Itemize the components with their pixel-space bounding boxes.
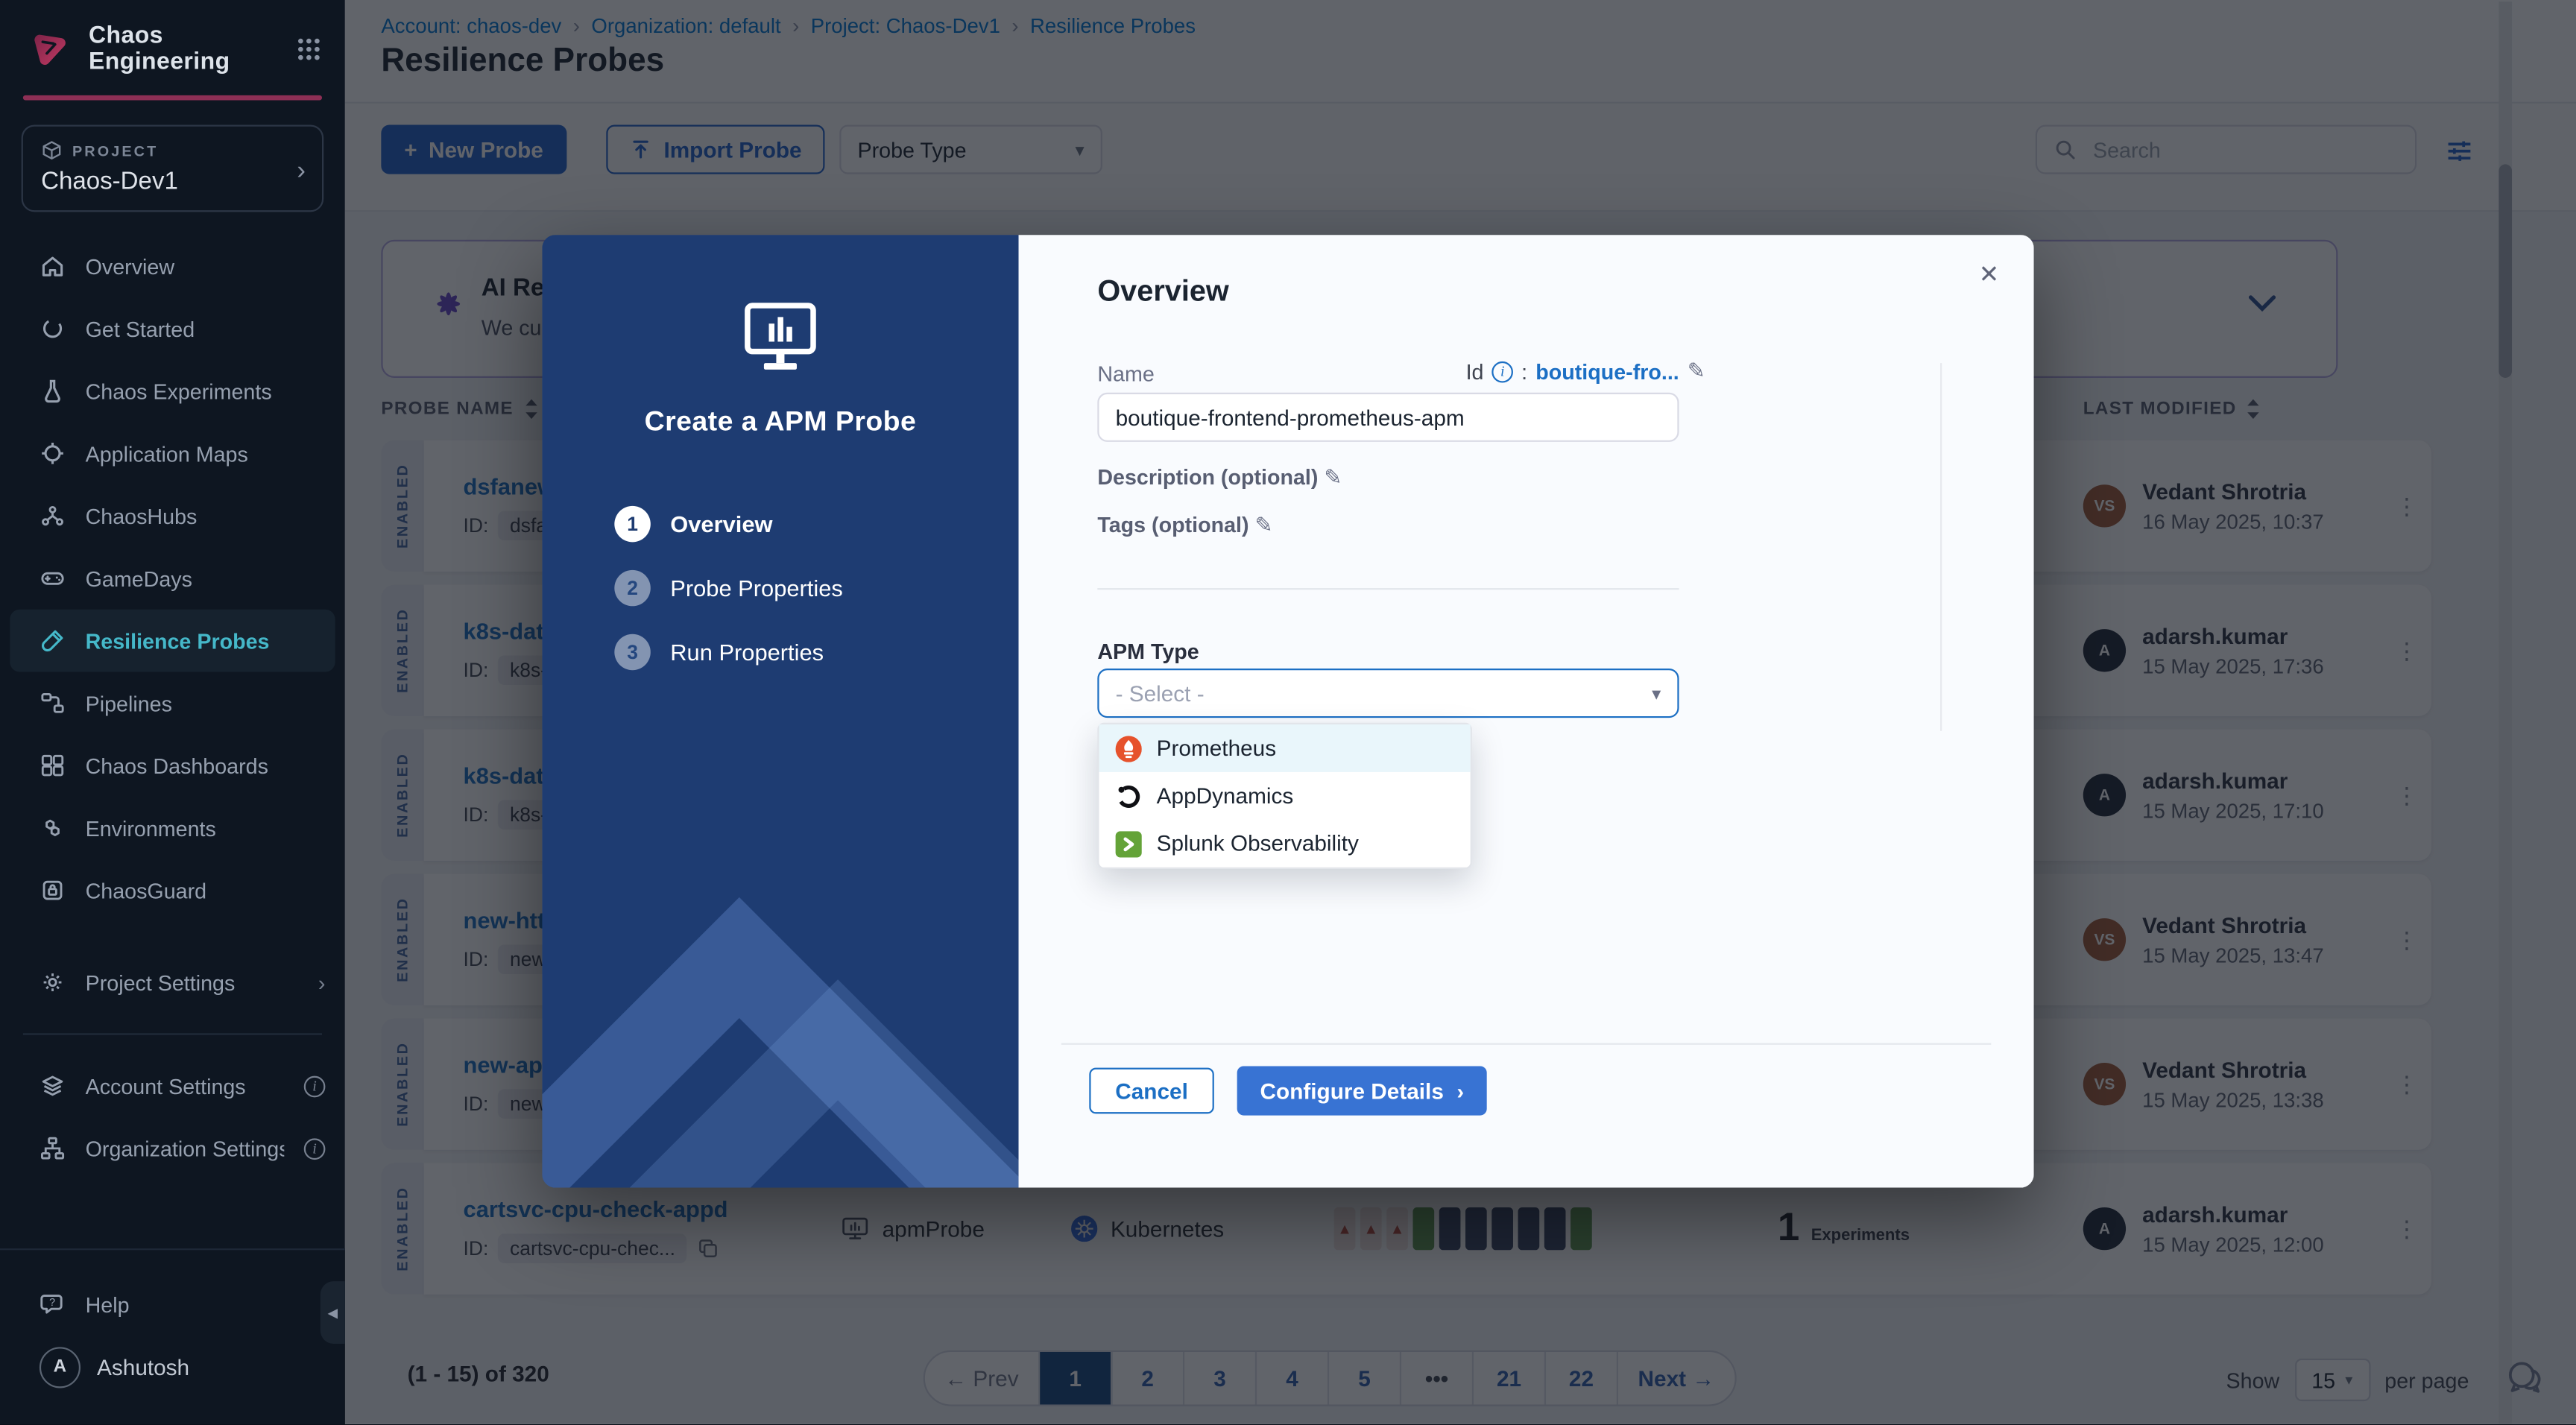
chevron-down-icon: ▾ [1652,683,1661,704]
splunk-icon [1116,830,1142,856]
close-icon[interactable]: ✕ [1972,253,2006,295]
info-icon: i [304,1137,326,1159]
edit-tags-icon[interactable]: ✎ [1255,513,1273,537]
sidebar-item-chaoshubs[interactable]: ChaosHubs [0,484,345,547]
help-widget-icon[interactable] [2504,1357,2546,1400]
chevron-right-icon: › [1457,1078,1465,1103]
step-run-properties[interactable]: 3 Run Properties [614,619,843,683]
tags-label: Tags (optional) ✎ [1097,513,1272,539]
probe-id-row: Id i : boutique-fro... ✎ [1097,358,1705,384]
harness-logo-icon [26,26,72,72]
modal-section-heading: Overview [1097,274,1228,309]
sidebar-item-chaosguard[interactable]: ChaosGuard [0,859,345,922]
modal-content-scroll-edge [1940,363,1942,731]
project-eyebrow-label: PROJECT [72,142,158,159]
sidebar-item-organization-settings[interactable]: Organization Settings i [0,1117,345,1180]
description-label: Description (optional) ✎ [1097,465,1342,491]
dashboard-icon [40,752,66,778]
sidebar-item-environments[interactable]: Environments [0,797,345,859]
flask-icon [40,378,66,404]
svg-text:?: ? [49,1297,55,1309]
create-apm-probe-modal: Create a APM Probe 1 Overview 2 Probe Pr… [542,235,2033,1187]
gamepad-icon [40,565,66,591]
apm-type-select[interactable]: - Select - ▾ [1097,669,1679,718]
brand-row: Chaos Engineering [0,0,345,92]
chevron-right-icon: › [297,159,306,186]
account-layers-icon [40,1072,66,1099]
form-divider [1097,588,1679,590]
sidebar-item-account-settings[interactable]: Account Settings i [0,1055,345,1117]
project-selector[interactable]: PROJECT Chaos-Dev1 › [22,125,324,212]
sidebar-item-overview[interactable]: Overview [0,235,345,297]
cube-icon [41,139,63,161]
app-switcher-icon[interactable] [296,36,322,62]
modal-right-panel: ✕ Overview Name Id i : boutique-fro... ✎… [1019,235,2034,1187]
home-icon [40,253,66,279]
target-icon [40,440,66,467]
prometheus-icon [1116,735,1142,761]
app-root: Chaos Engineering PROJECT Chaos-Dev1 › [0,0,2576,1424]
sidebar-item-gamedays[interactable]: GameDays [0,547,345,610]
product-title: Chaos Engineering [89,23,280,76]
apm-type-label: APM Type [1097,639,1199,663]
brand-accent-bar [23,95,322,101]
configure-details-button[interactable]: Configure Details › [1237,1066,1487,1115]
sidebar-item-chaos-experiments[interactable]: Chaos Experiments [0,360,345,423]
apm-type-dropdown: Prometheus AppDynamics Splunk Observabil… [1097,723,1472,869]
chevron-right-icon: › [318,970,326,995]
sidebar-nav: Overview Get Started Chaos Experiments A… [0,235,345,1179]
edit-id-icon[interactable]: ✎ [1688,358,1705,384]
sidebar-item-application-maps[interactable]: Application Maps [0,422,345,484]
sidebar-item-pipelines[interactable]: Pipelines [0,672,345,734]
modal-footer: Cancel Configure Details › [1061,1043,1992,1045]
sidebar: Chaos Engineering PROJECT Chaos-Dev1 › [0,0,345,1424]
sidebar-item-get-started[interactable]: Get Started [0,297,345,360]
option-splunk-observability[interactable]: Splunk Observability [1099,820,1471,868]
sidebar-item-chaos-dashboards[interactable]: Chaos Dashboards [0,734,345,797]
user-name: Ashutosh [97,1354,189,1379]
hub-nodes-icon [40,502,66,528]
edit-description-icon[interactable]: ✎ [1324,465,1342,490]
option-appdynamics[interactable]: AppDynamics [1099,772,1471,820]
info-icon: i [1492,361,1514,382]
probe-name-input[interactable] [1097,393,1679,442]
sidebar-divider [23,1033,322,1034]
help-chat-icon: ? [40,1291,66,1317]
info-icon: i [304,1075,326,1097]
probe-tube-icon [40,628,66,654]
sidebar-footer: ? Help A Ashutosh [0,1248,345,1424]
step-overview[interactable]: 1 Overview [614,491,843,555]
appdynamics-icon [1116,783,1142,809]
sidebar-collapse-handle[interactable]: ◀ [321,1281,345,1344]
harness-watermark [542,727,1018,1187]
gear-icon [40,969,66,995]
user-avatar: A [40,1346,80,1387]
wizard-steps: 1 Overview 2 Probe Properties 3 Run Prop… [614,491,843,683]
project-name: Chaos-Dev1 [41,168,306,195]
guard-lock-icon [40,877,66,903]
user-menu[interactable]: A Ashutosh [0,1336,345,1398]
environments-icon [40,815,66,841]
sidebar-item-resilience-probes[interactable]: Resilience Probes [10,610,335,672]
cancel-button[interactable]: Cancel [1089,1068,1214,1114]
option-prometheus[interactable]: Prometheus [1099,724,1471,772]
probe-id-value: boutique-fro... [1535,359,1679,384]
modal-left-panel: Create a APM Probe 1 Overview 2 Probe Pr… [542,235,1018,1187]
step-probe-properties[interactable]: 2 Probe Properties [614,555,843,619]
org-hierarchy-icon [40,1135,66,1161]
pipelines-icon [40,690,66,716]
sidebar-item-project-settings[interactable]: Project Settings › [0,951,345,1014]
modal-title: Create a APM Probe [542,405,1018,438]
apm-monitor-icon [741,300,820,373]
sidebar-item-help[interactable]: ? Help [0,1273,345,1336]
get-started-icon [40,315,66,341]
